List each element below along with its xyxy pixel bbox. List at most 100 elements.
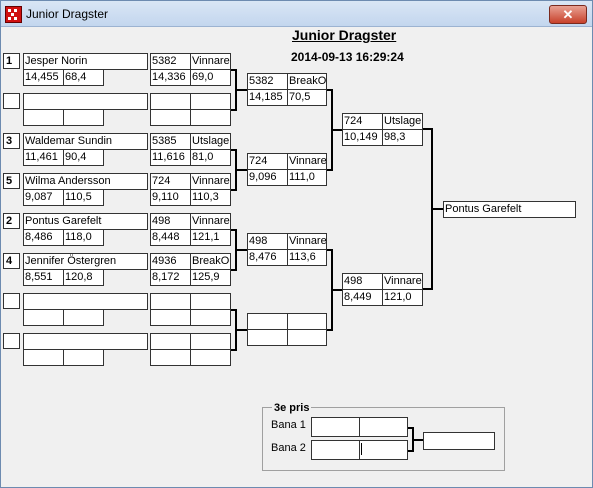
driver-name[interactable]: Jesper Norin [23, 53, 148, 70]
winner-box[interactable]: Pontus Garefelt [443, 201, 576, 218]
race-speed[interactable] [190, 309, 231, 326]
car-number[interactable]: 5382 [247, 73, 289, 90]
driver-speed[interactable]: 110,5 [63, 189, 104, 206]
reaction-time[interactable]: 14,455 [23, 69, 65, 86]
driver-speed[interactable] [63, 349, 104, 366]
driver-name[interactable]: Jennifer Östergren [23, 253, 148, 270]
race-speed[interactable] [287, 329, 327, 346]
race-speed[interactable]: 70,5 [287, 89, 327, 106]
car-number[interactable]: 724 [247, 153, 289, 170]
elapsed-time[interactable]: 11,616 [150, 149, 192, 166]
race-result[interactable]: BreakOut [287, 73, 327, 90]
elapsed-time[interactable] [150, 309, 192, 326]
race-speed[interactable]: 121,1 [190, 229, 231, 246]
bracket-line [433, 208, 443, 210]
driver-speed[interactable]: 118,0 [63, 229, 104, 246]
driver-speed[interactable] [63, 309, 104, 326]
bracket-line [237, 89, 247, 91]
third-lane2-b[interactable] [359, 440, 408, 460]
reaction-time[interactable]: 8,486 [23, 229, 65, 246]
car-number[interactable] [247, 313, 289, 330]
bracket-line [237, 249, 247, 251]
elapsed-time[interactable]: 9,096 [247, 169, 289, 186]
third-winner-box[interactable] [423, 432, 495, 450]
reaction-time[interactable] [23, 109, 65, 126]
race-result[interactable]: Vinnare [190, 173, 231, 190]
race-speed[interactable]: 125,9 [190, 269, 231, 286]
race-result[interactable]: BreakOut [190, 253, 231, 270]
elapsed-time[interactable]: 14,185 [247, 89, 289, 106]
elapsed-time[interactable]: 8,172 [150, 269, 192, 286]
car-number[interactable]: 498 [342, 273, 384, 290]
third-lane2-a[interactable] [311, 440, 361, 460]
reaction-time[interactable] [23, 309, 65, 326]
driver-speed[interactable]: 68,4 [63, 69, 104, 86]
third-lane1-b[interactable] [359, 417, 408, 437]
race-speed[interactable]: 81,0 [190, 149, 231, 166]
third-lane1-a[interactable] [311, 417, 361, 437]
driver-name[interactable] [23, 93, 148, 110]
reaction-time[interactable]: 9,087 [23, 189, 65, 206]
window-title: Junior Dragster [26, 7, 109, 21]
car-number[interactable] [150, 293, 192, 310]
race-speed[interactable] [190, 109, 231, 126]
car-number[interactable]: 5385 [150, 133, 192, 150]
elapsed-time[interactable] [150, 349, 192, 366]
race-speed[interactable]: 113,6 [287, 249, 327, 266]
race-result[interactable]: Utslagen [190, 133, 231, 150]
car-number[interactable]: 5382 [150, 53, 192, 70]
bracket-line [333, 289, 342, 291]
race-speed[interactable]: 69,0 [190, 69, 231, 86]
driver-name[interactable]: Wilma Andersson [23, 173, 148, 190]
race-result[interactable]: Vinnare [190, 213, 231, 230]
reaction-time[interactable] [23, 349, 65, 366]
driver-name[interactable]: Pontus Garefelt [23, 213, 148, 230]
close-button[interactable]: ✕ [549, 5, 587, 24]
page-title: Junior Dragster [292, 27, 397, 43]
elapsed-time[interactable]: 8,449 [342, 289, 384, 306]
race-result[interactable] [287, 313, 327, 330]
third-connector [414, 439, 423, 441]
race-result[interactable] [190, 293, 231, 310]
race-speed[interactable]: 98,3 [382, 129, 423, 146]
driver-speed[interactable] [63, 109, 104, 126]
race-speed[interactable]: 111,0 [287, 169, 327, 186]
race-speed[interactable]: 110,3 [190, 189, 231, 206]
elapsed-time[interactable] [150, 109, 192, 126]
race-speed[interactable]: 121,0 [382, 289, 423, 306]
page-datetime: 2014-09-13 16:29:24 [291, 50, 404, 64]
car-number[interactable]: 724 [342, 113, 384, 130]
elapsed-time[interactable]: 8,448 [150, 229, 192, 246]
race-result[interactable]: Utslagen [382, 113, 423, 130]
race-result[interactable]: Vinnare [382, 273, 423, 290]
elapsed-time[interactable]: 14,336 [150, 69, 192, 86]
race-result[interactable] [190, 93, 231, 110]
third-place-title: 3e pris [272, 402, 312, 414]
seed-number [3, 93, 20, 109]
elapsed-time[interactable] [247, 329, 289, 346]
race-result[interactable] [190, 333, 231, 350]
race-result[interactable]: Vinnare [287, 153, 327, 170]
third-line [361, 443, 362, 455]
driver-name[interactable] [23, 333, 148, 350]
bracket-line [237, 329, 247, 331]
driver-speed[interactable]: 120,8 [63, 269, 104, 286]
car-number[interactable]: 724 [150, 173, 192, 190]
race-result[interactable]: Vinnare [287, 233, 327, 250]
car-number[interactable] [150, 93, 192, 110]
elapsed-time[interactable]: 9,110 [150, 189, 192, 206]
reaction-time[interactable]: 8,551 [23, 269, 65, 286]
car-number[interactable]: 498 [150, 213, 192, 230]
race-speed[interactable] [190, 349, 231, 366]
seed-number: 3 [3, 133, 20, 149]
elapsed-time[interactable]: 8,476 [247, 249, 289, 266]
driver-speed[interactable]: 90,4 [63, 149, 104, 166]
car-number[interactable]: 4936 [150, 253, 192, 270]
race-result[interactable]: Vinnare [190, 53, 231, 70]
driver-name[interactable]: Waldemar Sundin [23, 133, 148, 150]
car-number[interactable] [150, 333, 192, 350]
reaction-time[interactable]: 11,461 [23, 149, 65, 166]
driver-name[interactable] [23, 293, 148, 310]
elapsed-time[interactable]: 10,149 [342, 129, 384, 146]
car-number[interactable]: 498 [247, 233, 289, 250]
